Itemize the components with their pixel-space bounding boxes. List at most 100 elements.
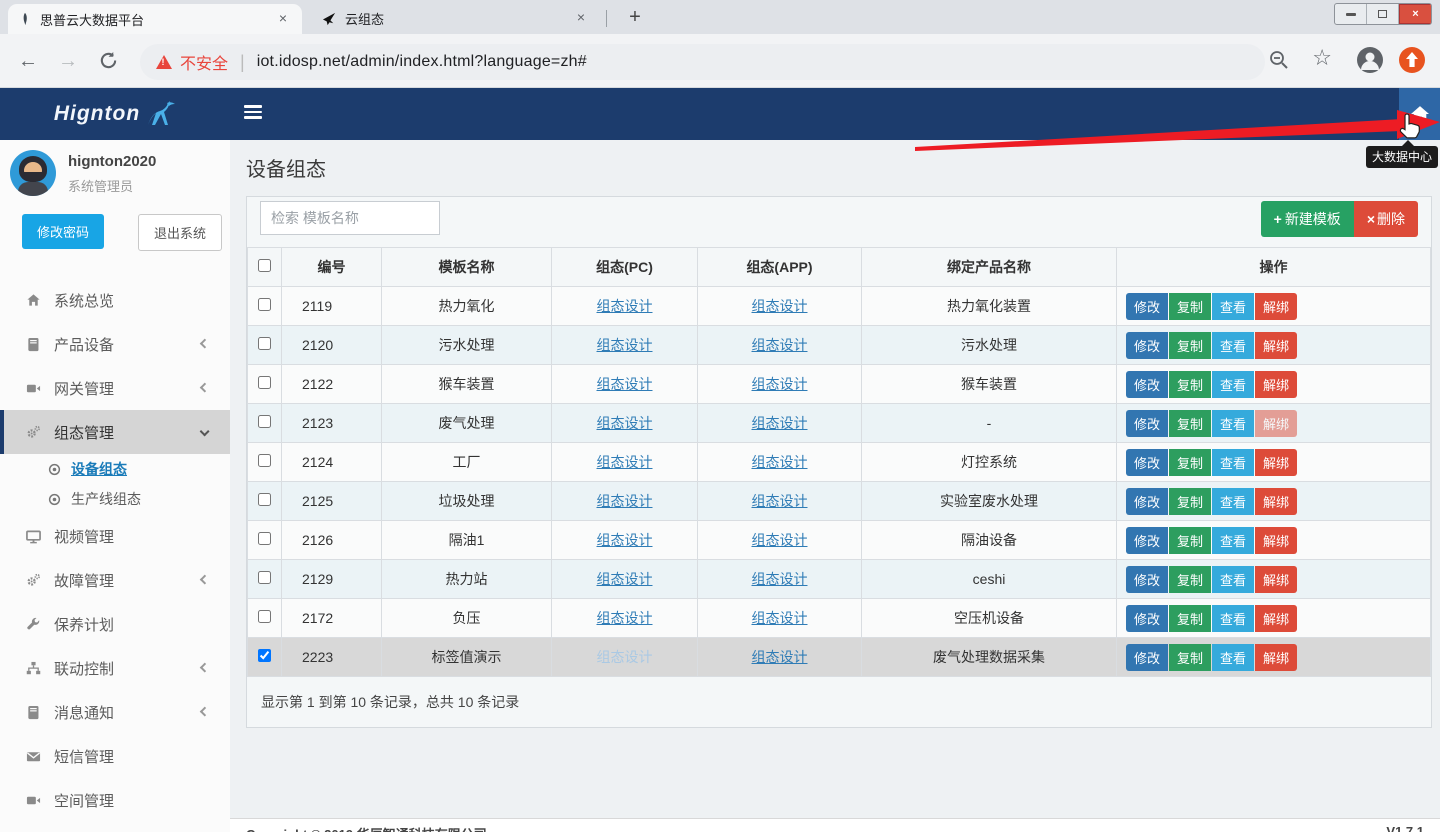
pc-design-link[interactable]: 组态设计 — [597, 571, 653, 587]
pc-design-link[interactable]: 组态设计 — [597, 298, 653, 314]
action-unbind-button[interactable]: 解绑 — [1255, 488, 1297, 515]
action-view-button[interactable]: 查看 — [1212, 566, 1254, 593]
action-copy-button[interactable]: 复制 — [1169, 488, 1211, 515]
action-modify-button[interactable]: 修改 — [1126, 605, 1168, 632]
profile-avatar-icon[interactable] — [1356, 46, 1384, 74]
app-design-link[interactable]: 组态设计 — [752, 298, 808, 314]
action-view-button[interactable]: 查看 — [1212, 410, 1254, 437]
action-view-button[interactable]: 查看 — [1212, 527, 1254, 554]
url-bar[interactable]: 不安全 | iot.idosp.net/admin/index.html?lan… — [140, 44, 1265, 80]
app-design-link[interactable]: 组态设计 — [752, 610, 808, 626]
app-design-link[interactable]: 组态设计 — [752, 454, 808, 470]
row-checkbox[interactable] — [258, 493, 271, 506]
app-design-link[interactable]: 组态设计 — [752, 571, 808, 587]
tab-close-icon[interactable]: × — [274, 10, 292, 28]
action-copy-button[interactable]: 复制 — [1169, 527, 1211, 554]
action-copy-button[interactable]: 复制 — [1169, 644, 1211, 671]
row-checkbox[interactable] — [258, 649, 271, 662]
zoom-out-icon[interactable] — [1268, 49, 1290, 71]
app-design-link[interactable]: 组态设计 — [752, 415, 808, 431]
action-copy-button[interactable]: 复制 — [1169, 371, 1211, 398]
action-modify-button[interactable]: 修改 — [1126, 566, 1168, 593]
browser-tab-platform[interactable]: 思普云大数据平台 × — [8, 4, 302, 34]
sidebar-subitem-3-0[interactable]: 设备组态 — [0, 454, 230, 484]
big-data-center-home-button[interactable] — [1399, 88, 1440, 140]
action-copy-button[interactable]: 复制 — [1169, 410, 1211, 437]
pc-design-link[interactable]: 组态设计 — [597, 337, 653, 353]
close-button[interactable]: × — [1399, 4, 1431, 24]
new-tab-button[interactable]: + — [622, 5, 648, 31]
action-view-button[interactable]: 查看 — [1212, 644, 1254, 671]
sidebar-item-3[interactable]: 组态管理 — [0, 410, 230, 454]
user-avatar[interactable] — [10, 150, 56, 196]
reload-icon[interactable] — [99, 51, 118, 70]
pc-design-link[interactable]: 组态设计 — [597, 649, 653, 665]
back-icon[interactable]: ← — [18, 50, 38, 73]
row-checkbox[interactable] — [258, 610, 271, 623]
pc-design-link[interactable]: 组态设计 — [597, 454, 653, 470]
logout-button[interactable]: 退出系统 — [138, 214, 222, 251]
pc-design-link[interactable]: 组态设计 — [597, 415, 653, 431]
sidebar-item-9[interactable]: 短信管理 — [0, 734, 230, 778]
row-checkbox[interactable] — [258, 571, 271, 584]
action-unbind-button[interactable]: 解绑 — [1255, 527, 1297, 554]
action-unbind-button[interactable]: 解绑 — [1255, 410, 1297, 437]
sidebar-item-4[interactable]: 视频管理 — [0, 514, 230, 558]
action-modify-button[interactable]: 修改 — [1126, 488, 1168, 515]
delete-button[interactable]: ×删除 — [1354, 201, 1418, 237]
action-copy-button[interactable]: 复制 — [1169, 332, 1211, 359]
action-unbind-button[interactable]: 解绑 — [1255, 371, 1297, 398]
minimize-button[interactable] — [1335, 4, 1367, 24]
row-checkbox[interactable] — [258, 337, 271, 350]
action-modify-button[interactable]: 修改 — [1126, 332, 1168, 359]
bookmark-star-icon[interactable]: ☆ — [1312, 45, 1332, 71]
pc-design-link[interactable]: 组态设计 — [597, 493, 653, 509]
browser-tab-cloud[interactable]: 云组态 × — [312, 4, 600, 32]
sidebar-item-10[interactable]: 空间管理 — [0, 778, 230, 822]
row-checkbox[interactable] — [258, 415, 271, 428]
action-modify-button[interactable]: 修改 — [1126, 527, 1168, 554]
search-input[interactable] — [260, 201, 440, 235]
sidebar-subitem-3-1[interactable]: 生产线组态 — [0, 484, 230, 514]
action-view-button[interactable]: 查看 — [1212, 449, 1254, 476]
action-modify-button[interactable]: 修改 — [1126, 371, 1168, 398]
action-modify-button[interactable]: 修改 — [1126, 410, 1168, 437]
action-copy-button[interactable]: 复制 — [1169, 566, 1211, 593]
action-unbind-button[interactable]: 解绑 — [1255, 449, 1297, 476]
row-checkbox[interactable] — [258, 454, 271, 467]
action-view-button[interactable]: 查看 — [1212, 488, 1254, 515]
action-unbind-button[interactable]: 解绑 — [1255, 293, 1297, 320]
action-modify-button[interactable]: 修改 — [1126, 293, 1168, 320]
action-copy-button[interactable]: 复制 — [1169, 449, 1211, 476]
action-unbind-button[interactable]: 解绑 — [1255, 566, 1297, 593]
menu-toggle-button[interactable] — [244, 105, 262, 122]
action-copy-button[interactable]: 复制 — [1169, 605, 1211, 632]
action-modify-button[interactable]: 修改 — [1126, 449, 1168, 476]
action-modify-button[interactable]: 修改 — [1126, 644, 1168, 671]
app-design-link[interactable]: 组态设计 — [752, 337, 808, 353]
sidebar-item-2[interactable]: 网关管理 — [0, 366, 230, 410]
sidebar-item-5[interactable]: 故障管理 — [0, 558, 230, 602]
app-design-link[interactable]: 组态设计 — [752, 649, 808, 665]
action-unbind-button[interactable]: 解绑 — [1255, 644, 1297, 671]
action-view-button[interactable]: 查看 — [1212, 332, 1254, 359]
sidebar-item-7[interactable]: 联动控制 — [0, 646, 230, 690]
action-view-button[interactable]: 查看 — [1212, 293, 1254, 320]
action-copy-button[interactable]: 复制 — [1169, 293, 1211, 320]
app-design-link[interactable]: 组态设计 — [752, 532, 808, 548]
action-view-button[interactable]: 查看 — [1212, 371, 1254, 398]
browser-update-icon[interactable] — [1398, 46, 1426, 74]
action-view-button[interactable]: 查看 — [1212, 605, 1254, 632]
app-design-link[interactable]: 组态设计 — [752, 493, 808, 509]
pc-design-link[interactable]: 组态设计 — [597, 376, 653, 392]
sidebar-item-6[interactable]: 保养计划 — [0, 602, 230, 646]
forward-icon[interactable]: → — [58, 50, 78, 73]
sidebar-item-8[interactable]: 消息通知 — [0, 690, 230, 734]
pc-design-link[interactable]: 组态设计 — [597, 532, 653, 548]
select-all-checkbox[interactable] — [258, 259, 271, 272]
row-checkbox[interactable] — [258, 532, 271, 545]
app-design-link[interactable]: 组态设计 — [752, 376, 808, 392]
row-checkbox[interactable] — [258, 298, 271, 311]
pc-design-link[interactable]: 组态设计 — [597, 610, 653, 626]
new-template-button[interactable]: +新建模板 — [1261, 201, 1354, 237]
